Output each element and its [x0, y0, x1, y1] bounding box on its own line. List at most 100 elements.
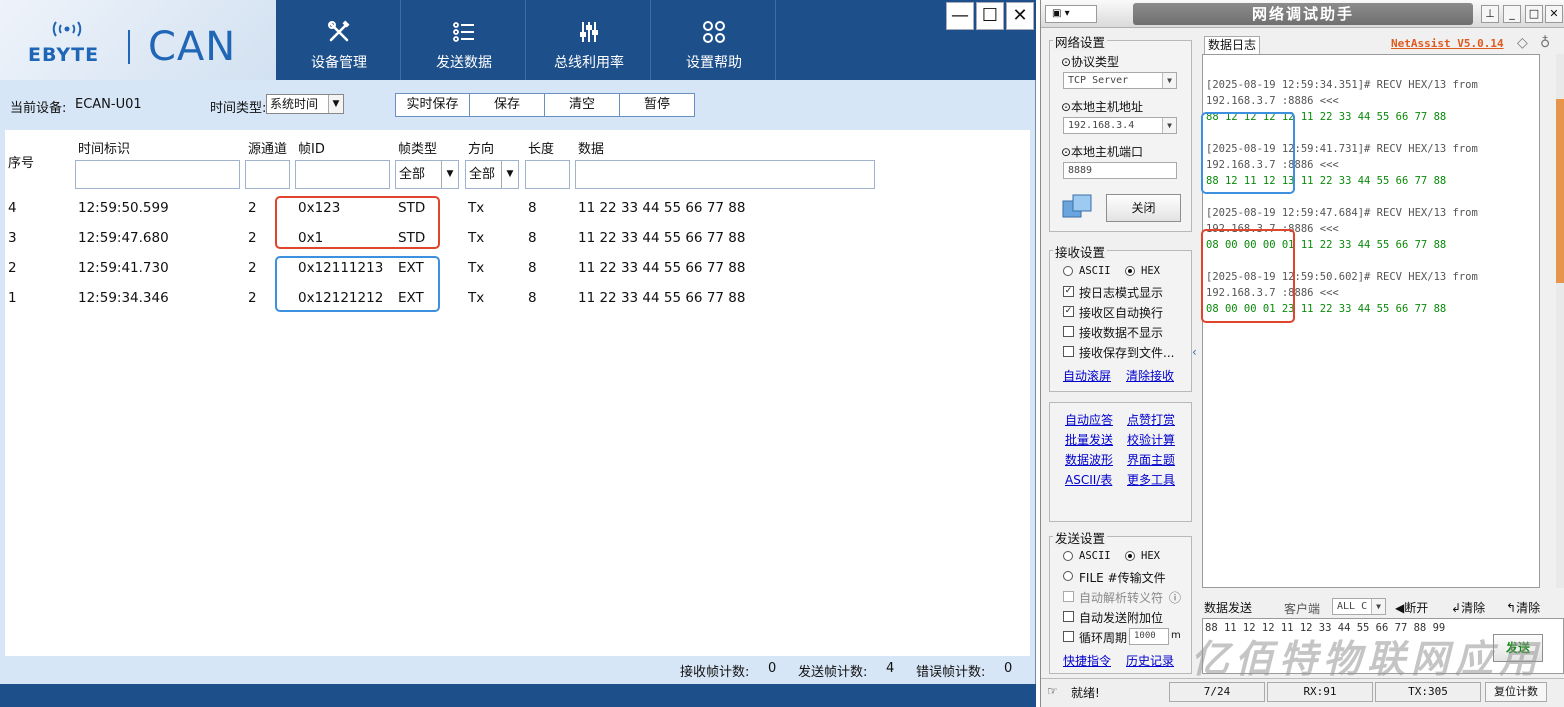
filter-data-input[interactable] [575, 160, 875, 189]
pause-button[interactable]: 暂停 [619, 93, 695, 117]
receive-settings-title: 接收设置 [1053, 242, 1108, 261]
tool-donate[interactable]: 点赞打赏 [1127, 411, 1175, 428]
maximize-button[interactable]: □ [1525, 5, 1543, 23]
port-label: ⊙本地主机端口 [1061, 145, 1144, 159]
hide-data-checkbox[interactable] [1063, 326, 1074, 337]
filter-frame-id-input[interactable] [295, 160, 390, 189]
tool-batch-send[interactable]: 批量发送 [1065, 431, 1113, 448]
auto-wrap-checkbox[interactable]: ✓ [1063, 306, 1074, 317]
table-row[interactable]: 4 12:59:50.599 2 0x123 STD Tx 8 11 22 33… [5, 193, 1030, 223]
cell-time: 12:59:34.346 [78, 290, 169, 306]
tool-waveform[interactable]: 数据波形 [1065, 451, 1113, 468]
send-ascii-radio[interactable] [1063, 551, 1073, 561]
cell-data: 11 22 33 44 55 66 77 88 [578, 200, 746, 216]
send-hex-radio[interactable] [1125, 551, 1135, 561]
table-row[interactable]: 3 12:59:47.680 2 0x1 STD Tx 8 11 22 33 4… [5, 223, 1030, 253]
history-link[interactable]: 历史记录 [1126, 652, 1174, 669]
clear-button[interactable]: 清空 [544, 93, 620, 117]
ecan-footer [0, 684, 1036, 707]
filter-timestamp-input[interactable] [75, 160, 240, 189]
append-checkbox[interactable] [1063, 611, 1074, 622]
nav-bus-utilization[interactable]: 总线利用率 [527, 0, 651, 80]
current-device-label: 当前设备: [10, 101, 67, 116]
auto-scroll-link[interactable]: 自动滚屏 [1063, 367, 1111, 384]
log-mode-checkbox[interactable]: ✓ [1063, 286, 1074, 297]
tab-data-log[interactable]: 数据日志 [1204, 36, 1261, 54]
filter-length-input[interactable] [525, 160, 570, 189]
diamond-icon[interactable]: ◇ [1517, 35, 1528, 51]
tool-more[interactable]: 更多工具 [1127, 471, 1175, 488]
send-ascii-label: ASCII [1079, 550, 1111, 562]
realtime-save-button[interactable]: 实时保存 [395, 93, 470, 117]
system-menu-button[interactable]: ▣ ▾ [1045, 5, 1097, 23]
network-connection-icon [1062, 194, 1092, 218]
brand-text: EBYTE [28, 44, 100, 66]
log-mode-label: 按日志模式显示 [1079, 286, 1164, 300]
cycle-checkbox[interactable] [1063, 631, 1074, 642]
rx-count: RX:91 [1267, 682, 1373, 702]
minimize-button[interactable]: _ [1503, 5, 1521, 23]
table-row[interactable]: 1 12:59:34.346 2 0x12121212 EXT Tx 8 11 … [5, 283, 1030, 313]
filter-direction-select[interactable]: 全部 ▼ [465, 160, 519, 189]
minimize-button[interactable]: — [946, 2, 974, 30]
cell-direction: Tx [468, 230, 485, 246]
protocol-select[interactable]: TCP Server ▼ [1063, 72, 1177, 89]
clear-send-label: 清除 [1461, 601, 1486, 615]
close-button[interactable]: ✕ [1545, 5, 1563, 23]
tool-ascii-table[interactable]: ASCII/表 [1065, 471, 1112, 488]
reset-count-button[interactable]: 复位计数 [1485, 682, 1547, 702]
close-button[interactable]: ✕ [1006, 2, 1034, 30]
bell-icon[interactable]: ♁ [1540, 35, 1550, 51]
filter-frame-type-value: 全部 [399, 167, 426, 182]
disconnect-button[interactable]: ◀断开 [1395, 599, 1428, 616]
recv-count-value: 0 [768, 661, 777, 676]
log-scrollbar[interactable] [1556, 54, 1564, 588]
filter-channel-input[interactable] [245, 160, 290, 189]
host-select[interactable]: 192.168.3.4 ▼ [1063, 117, 1177, 134]
nav-settings-help[interactable]: 设置帮助 [652, 0, 776, 80]
close-connection-button[interactable]: 关闭 [1106, 194, 1181, 222]
tool-theme[interactable]: 界面主题 [1127, 451, 1175, 468]
clear-all-label: 清除 [1516, 601, 1541, 615]
tools-icon [328, 20, 350, 42]
tool-checksum[interactable]: 校验计算 [1127, 431, 1175, 448]
save-button[interactable]: 保存 [469, 93, 545, 117]
col-length: 长度 [528, 142, 555, 157]
clear-all-button[interactable]: ↰清除 [1506, 599, 1540, 616]
save-to-file-checkbox[interactable] [1063, 346, 1074, 357]
watermark-text: 亿佰特物联网应用 [1191, 637, 1544, 681]
recv-ascii-radio[interactable] [1063, 266, 1073, 276]
filter-direction-value: 全部 [469, 167, 496, 182]
port-input[interactable]: 8889 [1063, 162, 1177, 179]
tab-data-send[interactable]: 数据发送 [1204, 599, 1252, 616]
collapse-panel-icon[interactable]: ‹ [1192, 345, 1197, 359]
cell-index: 1 [8, 290, 17, 306]
cycle-input[interactable]: 1000 [1129, 628, 1169, 645]
escape-checkbox[interactable] [1063, 591, 1074, 602]
time-type-select[interactable]: 系统时间 ▼ [266, 94, 344, 114]
maximize-button[interactable]: ☐ [976, 2, 1004, 30]
send-file-radio[interactable] [1063, 571, 1073, 581]
shortcut-link[interactable]: 快捷指令 [1063, 652, 1111, 669]
nav-device-management[interactable]: 设备管理 [277, 0, 401, 80]
append-label: 自动发送附加位 [1079, 611, 1164, 625]
scrollbar-thumb[interactable] [1556, 99, 1564, 283]
error-count-value: 0 [1004, 661, 1013, 676]
recv-hex-radio[interactable] [1125, 266, 1135, 276]
cell-direction: Tx [468, 200, 485, 216]
filter-frame-type-select[interactable]: 全部 ▼ [395, 160, 459, 189]
pin-icon[interactable]: ⊥ [1481, 5, 1499, 23]
clear-send-button[interactable]: ↲清除 [1451, 599, 1485, 616]
client-select[interactable]: ALL C ▼ [1332, 598, 1386, 615]
version-link[interactable]: NetAssist V5.0.14 [1391, 37, 1504, 50]
product-text: CAN [148, 24, 237, 70]
clear-recv-link[interactable]: 清除接收 [1126, 367, 1174, 384]
protocol-value: TCP Server [1068, 75, 1129, 86]
red-highlight-box [275, 196, 440, 249]
tool-auto-reply[interactable]: 自动应答 [1065, 411, 1113, 428]
table-row[interactable]: 2 12:59:41.730 2 0x12111213 EXT Tx 8 11 … [5, 253, 1030, 283]
nav-send-data[interactable]: 发送数据 [402, 0, 526, 80]
window-title: 网络调试助手 [1133, 3, 1473, 25]
chevron-down-icon: ▼ [1162, 118, 1176, 133]
grid-circles-icon [703, 21, 725, 43]
